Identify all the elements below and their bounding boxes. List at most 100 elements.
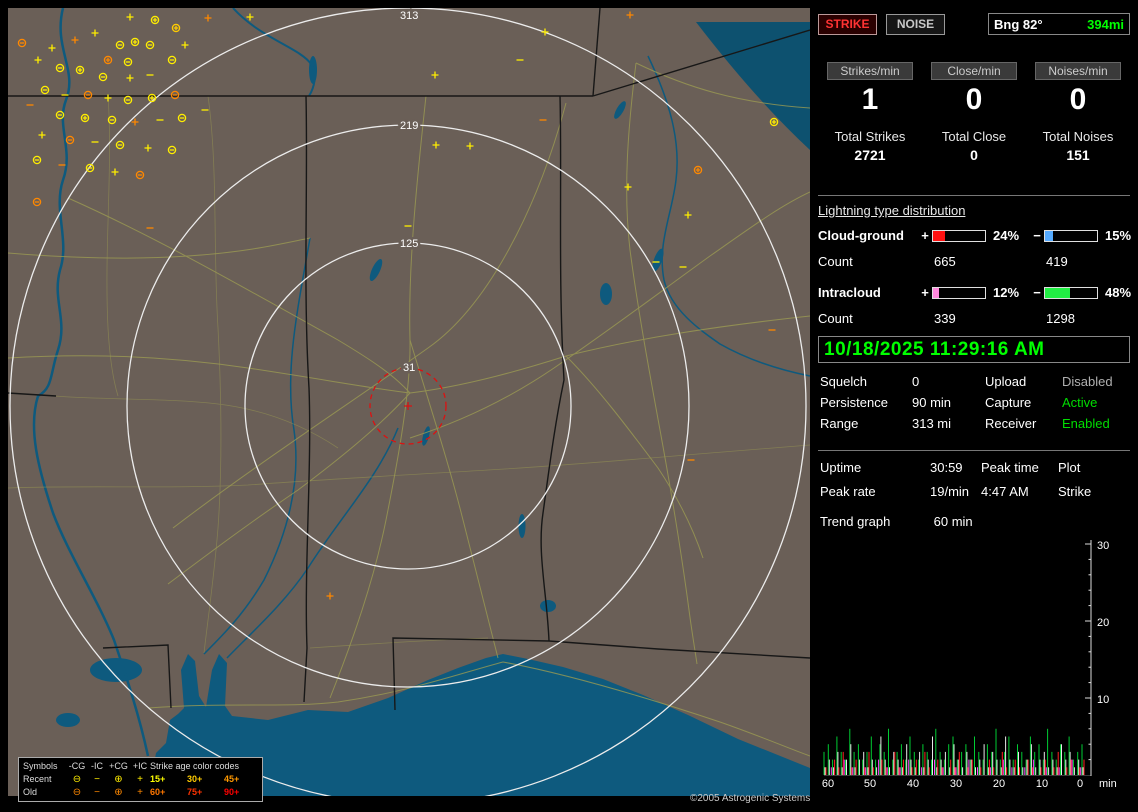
cloud-ground-count-row: Count 665 419 <box>818 253 1130 270</box>
plot-label: Plot <box>1058 460 1081 475</box>
uptime-label: Uptime <box>820 460 862 475</box>
trend-graph-label: Trend graph <box>820 514 891 529</box>
close-per-min-label: Close/min <box>931 62 1017 80</box>
top-bar: STRIKE NOISE Bng 82° 394mi <box>818 13 1130 35</box>
minus-sign: − <box>1033 228 1041 243</box>
legend-age-code: 90+ <box>224 787 240 797</box>
close-per-min-value: 0 <box>965 83 983 116</box>
legend-row-label: Old <box>23 787 38 797</box>
ic-negative-pct: 48% <box>1105 285 1132 300</box>
cg-negative-gauge <box>1044 229 1098 242</box>
cg-positive-count: 665 <box>934 254 956 269</box>
peak-time-value: 4:47 AM <box>981 484 1029 499</box>
cloud-ground-label: Cloud-ground <box>818 228 904 243</box>
uptime-value: 30:59 <box>930 460 963 475</box>
total-noises-value: 151 <box>1066 147 1090 163</box>
cg-negative-pct: 15% <box>1105 228 1132 243</box>
persistence-label: Persistence <box>820 395 888 410</box>
x-tick-60: 60 <box>822 778 834 790</box>
trend-graph-bg <box>818 538 1138 790</box>
total-strikes-value: 2721 <box>854 147 886 163</box>
x-unit-label: min <box>1099 778 1117 790</box>
cg-positive-gauge <box>932 229 986 242</box>
ic-positive-gauge <box>932 286 986 299</box>
stats-column-noises: Noises/min 0 Total Noises 151 <box>1026 62 1130 163</box>
legend-age-code: 75+ <box>187 787 203 797</box>
peak-time-label: Peak time <box>981 460 1039 475</box>
ic-positive-pct: 12% <box>993 285 1020 300</box>
app-window: 313 219 125 31 Symbols -CG -IC +CG +IC Strike… <box>0 0 1138 812</box>
legend-type-header: -CG <box>68 761 86 771</box>
legend-type-header: +CG <box>109 761 128 771</box>
x-tick-30: 30 <box>950 778 962 790</box>
legend-symbol: ⊖ <box>72 774 82 785</box>
legend-age-code: 60+ <box>150 787 166 797</box>
legend-type-header: -IC <box>91 761 103 771</box>
gauge-fill <box>933 287 940 298</box>
ic-negative-gauge <box>1044 286 1098 299</box>
legend-symbols-header: Symbols <box>23 761 58 771</box>
legend-symbol: − <box>94 774 100 785</box>
gauge-fill <box>933 230 946 241</box>
bearing-box: Bng 82° 394mi <box>988 13 1130 35</box>
plus-sign: + <box>921 285 929 300</box>
receiver-label: Receiver <box>985 416 1037 431</box>
total-close-value: 0 <box>970 147 978 163</box>
x-tick-0: 0 <box>1077 778 1083 790</box>
intracloud-count-row: Count 339 1298 <box>818 310 1130 327</box>
peak-rate-value: 19/min <box>930 484 970 499</box>
trend-graph-window: 60 min <box>933 514 973 529</box>
total-noises-label: Total Noises <box>1042 129 1114 144</box>
range-label: Range <box>820 416 859 431</box>
clock: 10/18/2025 11:29:16 AM <box>818 336 1130 363</box>
legend-symbol: + <box>137 774 143 785</box>
bearing-range: 394mi <box>1087 16 1124 32</box>
y-tick-20: 20 <box>1097 617 1109 629</box>
side-panel: STRIKE NOISE Bng 82° 394mi Strikes/min 1… <box>812 0 1138 812</box>
legend-age-code: 15+ <box>150 774 166 784</box>
x-tick-20: 20 <box>993 778 1005 790</box>
legend-row-label: Recent <box>23 774 52 784</box>
bearing-label: Bng 82° <box>994 16 1043 32</box>
stats-row: Strikes/min 1 Total Strikes 2721 Close/m… <box>818 62 1130 163</box>
squelch-value: 0 <box>912 374 920 389</box>
receiver-value: Enabled <box>1062 416 1110 431</box>
map-canvas: 313 219 125 31 <box>7 7 811 805</box>
upload-value: Disabled <box>1062 374 1113 389</box>
count-label: Count <box>818 254 853 269</box>
ring-label-313: 313 <box>400 10 418 22</box>
cloud-ground-row: Cloud-ground + 24% − 15% <box>818 227 1132 244</box>
capture-value: Active <box>1062 395 1098 410</box>
status-grid: Uptime 30:59 Peak time Plot Peak rate 19… <box>820 460 1130 499</box>
legend-age-code: 30+ <box>187 774 203 784</box>
y-tick-30: 30 <box>1097 540 1109 552</box>
noise-button[interactable]: NOISE <box>886 13 945 35</box>
x-tick-40: 40 <box>907 778 919 790</box>
ic-positive-count: 339 <box>934 311 956 326</box>
intracloud-label: Intracloud <box>818 285 881 300</box>
legend-age-header: Strike age color codes <box>150 761 240 771</box>
ring-label-219: 219 <box>400 120 418 132</box>
settings-grid: Squelch 0 Upload Disabled Persistence 90… <box>820 374 1130 431</box>
total-strikes-label: Total Strikes <box>834 129 906 144</box>
minus-sign: − <box>1033 285 1041 300</box>
x-tick-10: 10 <box>1036 778 1048 790</box>
ring-label-125: 125 <box>400 238 418 250</box>
range-value: 313 mi <box>912 416 952 431</box>
gauge-fill <box>1045 230 1053 241</box>
strikes-per-min-label: Strikes/min <box>827 62 913 80</box>
noises-per-min-label: Noises/min <box>1035 62 1121 80</box>
ring-label-31: 31 <box>403 362 415 374</box>
section-divider <box>818 450 1130 451</box>
stats-column-close: Close/min 0 Total Close 0 <box>922 62 1026 163</box>
copyright: ©2005 Astrogenic Systems <box>690 793 811 804</box>
legend-symbol: − <box>94 787 100 798</box>
trend-graph-header: Trend graph 60 min <box>820 514 973 529</box>
distribution-title: Lightning type distribution <box>818 203 966 218</box>
cg-negative-count: 419 <box>1046 254 1068 269</box>
lightning-distribution-section: Lightning type distribution Cloud-ground… <box>818 195 1132 327</box>
strikes-per-min-value: 1 <box>861 83 879 116</box>
strike-button[interactable]: STRIKE <box>818 13 877 35</box>
legend-symbol: + <box>137 787 143 798</box>
total-close-label: Total Close <box>941 129 1007 144</box>
